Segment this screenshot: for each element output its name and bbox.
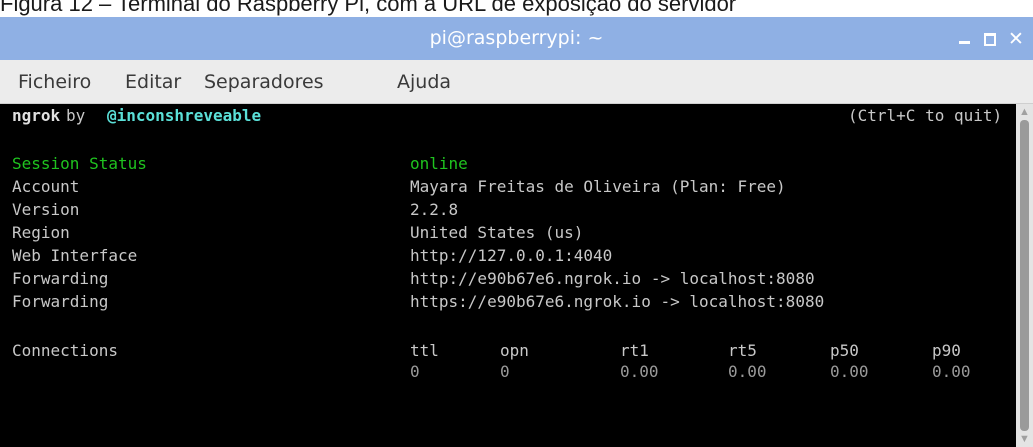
menu-bar: Ficheiro Editar Separadores Ajuda [0, 60, 1033, 104]
connections-value: 0 [410, 362, 420, 381]
session-status-value: online [410, 154, 468, 173]
terminal-window: pi@raspberrypi: ~ ✕ Ficheiro Editar Sepa… [0, 17, 1033, 447]
ngrok-app-name: ngrok [12, 106, 61, 125]
maximize-icon [984, 33, 996, 46]
connections-value: 0.00 [728, 362, 767, 381]
quit-hint: (Ctrl+C to quit) [848, 106, 1003, 125]
connections-header: p90 [932, 341, 961, 360]
region-value: United States (us) [410, 223, 584, 242]
scroll-down-icon[interactable]: ▼ [1016, 431, 1033, 447]
connections-header: opn [500, 341, 529, 360]
minimize-button[interactable] [954, 28, 976, 50]
scrollbar-thumb[interactable] [1020, 120, 1029, 431]
menu-item-ajuda[interactable]: Ajuda [397, 60, 451, 104]
forwarding-label: Forwarding [12, 269, 109, 288]
maximize-button[interactable] [979, 28, 1001, 50]
menu-item-editar[interactable]: Editar [125, 60, 181, 104]
menu-item-separadores[interactable]: Separadores [204, 60, 324, 104]
region-label: Region [12, 223, 70, 242]
web-interface-url[interactable]: http://127.0.0.1:4040 [410, 246, 612, 266]
account-value: Mayara Freitas de Oliveira (Plan: Free) [410, 177, 786, 196]
web-interface-label: Web Interface [12, 246, 138, 265]
forwarding-http-url[interactable]: http://e90b67e6.ngrok.io -> localhost:80… [410, 269, 815, 289]
figure-caption: Figura 12 – Terminal do Raspberry Pi, co… [0, 0, 737, 16]
connections-header: rt1 [620, 341, 649, 360]
minimize-icon [959, 41, 970, 44]
session-status-label: Session Status [12, 154, 147, 173]
ngrok-author-handle: @inconshreveable [107, 106, 262, 125]
close-button[interactable]: ✕ [1005, 28, 1027, 50]
connections-value: 0.00 [932, 362, 971, 381]
connections-value: 0 [500, 362, 510, 381]
forwarding-label: Forwarding [12, 292, 109, 311]
account-label: Account [12, 177, 80, 196]
ngrok-by-text: by [66, 106, 86, 125]
menu-item-ficheiro[interactable]: Ficheiro [18, 60, 91, 104]
terminal-output[interactable]: ngrok by @inconshreveable (Ctrl+C to qui… [0, 104, 1016, 447]
scroll-up-icon[interactable]: ▲ [1016, 104, 1033, 120]
connections-label: Connections [12, 341, 118, 360]
connections-header: ttl [410, 341, 439, 360]
connections-header: p50 [830, 341, 859, 360]
connections-header: rt5 [728, 341, 757, 360]
window-title: pi@raspberrypi: ~ [429, 27, 604, 49]
forwarding-https-url[interactable]: https://e90b67e6.ngrok.io -> localhost:8… [410, 292, 824, 312]
version-label: Version [12, 200, 80, 219]
terminal-scrollbar[interactable]: ▲ ▼ [1016, 104, 1033, 447]
connections-value: 0.00 [620, 362, 659, 381]
connections-value: 0.00 [830, 362, 869, 381]
title-bar[interactable]: pi@raspberrypi: ~ ✕ [0, 17, 1033, 60]
version-value: 2.2.8 [410, 200, 459, 219]
close-icon: ✕ [1008, 28, 1024, 50]
